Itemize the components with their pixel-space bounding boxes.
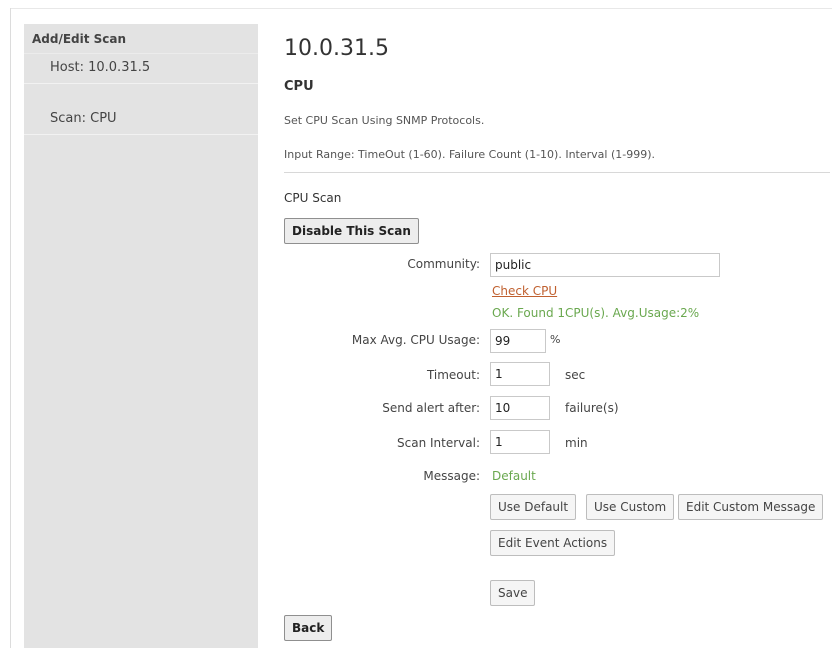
max-cpu-input[interactable] xyxy=(490,329,546,353)
edit-custom-message-button[interactable]: Edit Custom Message xyxy=(678,494,824,520)
frame-left-border xyxy=(10,8,11,648)
edit-event-actions-button[interactable]: Edit Event Actions xyxy=(490,530,616,556)
timeout-input[interactable] xyxy=(490,362,550,386)
main-content: 10.0.31.5 CPU Set CPU Scan Using SNMP Pr… xyxy=(284,0,832,648)
max-cpu-label: Max Avg. CPU Usage: xyxy=(351,333,480,347)
scan-interval-input[interactable] xyxy=(490,430,550,454)
community-input[interactable] xyxy=(490,253,720,277)
send-alert-label: Send alert after: xyxy=(382,401,480,415)
timeout-label: Timeout: xyxy=(426,368,480,382)
check-cpu-link[interactable]: Check CPU xyxy=(492,284,557,298)
use-default-button[interactable]: Use Default xyxy=(490,494,577,520)
message-value: Default xyxy=(492,469,536,483)
max-cpu-unit: % xyxy=(550,333,561,346)
back-button[interactable]: Back xyxy=(284,615,333,641)
page-title: 10.0.31.5 xyxy=(284,36,389,61)
save-button[interactable]: Save xyxy=(490,580,536,606)
send-alert-input[interactable] xyxy=(490,396,550,420)
sidebar: Add/Edit Scan Host: 10.0.31.5 Scan: CPU xyxy=(24,24,258,648)
sidebar-item-host[interactable]: Host: 10.0.31.5 xyxy=(24,54,258,84)
sidebar-title: Add/Edit Scan xyxy=(24,24,258,54)
use-custom-button[interactable]: Use Custom xyxy=(586,494,675,520)
divider xyxy=(284,172,830,173)
sidebar-item-scan[interactable]: Scan: CPU xyxy=(24,105,258,135)
subsection-title: CPU Scan xyxy=(284,191,342,205)
scan-interval-label: Scan Interval: xyxy=(397,436,480,450)
disable-scan-button[interactable]: Disable This Scan xyxy=(284,218,419,244)
scan-description: Set CPU Scan Using SNMP Protocols. xyxy=(284,114,485,127)
community-label: Community: xyxy=(407,257,480,271)
section-title: CPU xyxy=(284,79,314,94)
scan-interval-unit: min xyxy=(565,436,588,450)
send-alert-unit: failure(s) xyxy=(565,401,619,415)
input-range-note: Input Range: TimeOut (1-60). Failure Cou… xyxy=(284,148,656,161)
check-result-text: OK. Found 1CPU(s). Avg.Usage:2% xyxy=(492,306,700,320)
timeout-unit: sec xyxy=(565,368,586,382)
message-label: Message: xyxy=(423,469,480,483)
